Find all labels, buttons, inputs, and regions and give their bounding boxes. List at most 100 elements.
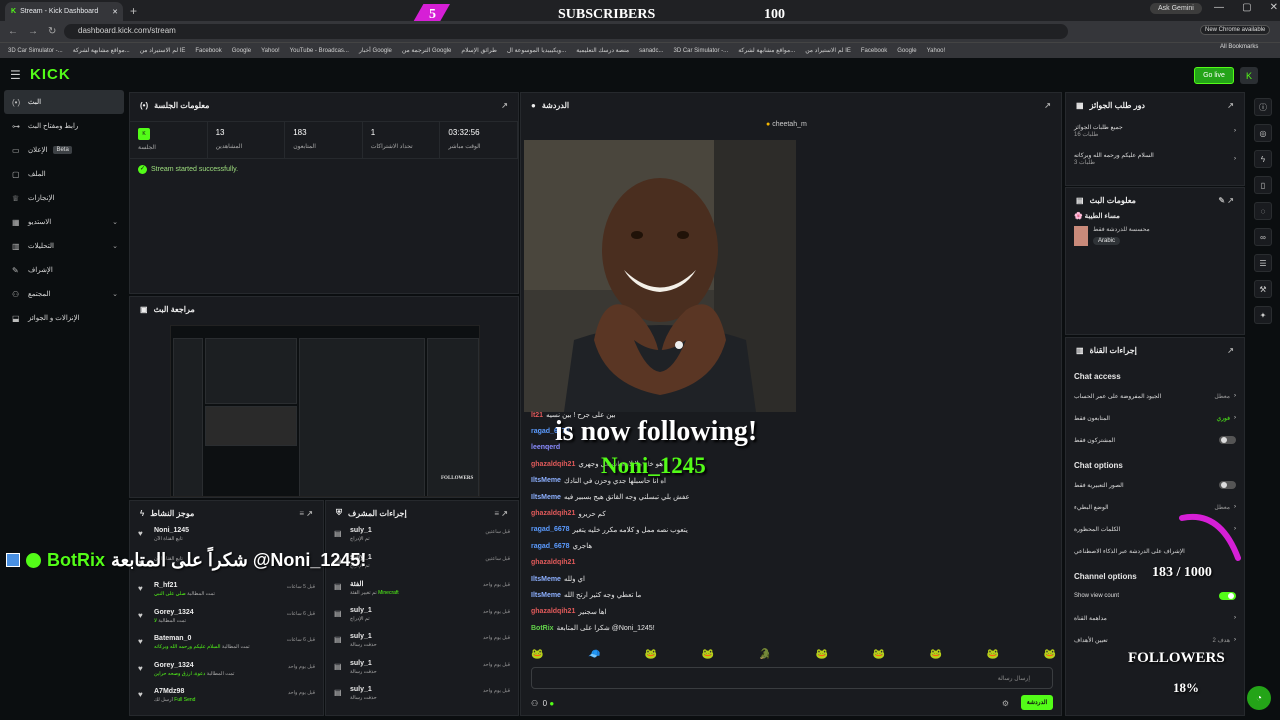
chevron-right-icon[interactable]: ›: [1234, 393, 1236, 399]
wrench-icon[interactable]: ⚒: [1254, 280, 1272, 298]
close-window-icon[interactable]: ✕: [1270, 2, 1278, 13]
minimize-icon[interactable]: —: [1214, 2, 1224, 13]
chevron-right-icon[interactable]: ›: [1234, 415, 1236, 421]
close-tab-icon[interactable]: ✕: [112, 8, 118, 16]
chat-username[interactable]: IltsMeme: [531, 576, 561, 583]
sidebar-item[interactable]: ▦ الاستديو ⌄: [0, 210, 128, 234]
sidebar-item[interactable]: ⬓ الإنزالات و الجوائز: [0, 306, 128, 330]
ask-gemini-button[interactable]: Ask Gemini: [1150, 3, 1202, 14]
sidebar-item[interactable]: (•) البث: [4, 90, 124, 114]
bookmark-item[interactable]: Google: [232, 48, 251, 54]
go-live-button[interactable]: Go live: [1194, 67, 1234, 84]
channel-option-row[interactable]: المتابعون فقط فوري ›: [1066, 407, 1244, 429]
bookmark-item[interactable]: منصة درسك التعليمية: [576, 47, 629, 54]
bookmark-item[interactable]: Facebook: [195, 48, 221, 54]
chat-username[interactable]: ghazaldqih21: [531, 559, 575, 566]
new-chrome-available-button[interactable]: New Chrome available: [1200, 25, 1271, 35]
pinned-user[interactable]: ● cheetah_m: [766, 121, 807, 128]
sidebar-item[interactable]: ▭ الإعلان Beta: [0, 138, 128, 162]
emote-icon[interactable]: 🧢: [588, 649, 600, 660]
stream-preview[interactable]: FOLLOWERS: [170, 325, 480, 497]
emote-icon[interactable]: 🐸: [816, 649, 828, 660]
bolt-icon[interactable]: ϟ: [1254, 150, 1272, 168]
bookmark-item[interactable]: لم الاستيراد من IE: [140, 47, 186, 54]
back-icon[interactable]: ←: [8, 26, 18, 37]
toggle-switch[interactable]: [1219, 481, 1236, 489]
chat-username[interactable]: ragad_6678: [531, 526, 570, 533]
chat-username[interactable]: IltsMeme: [531, 592, 561, 599]
popout-icon[interactable]: ↗: [1227, 346, 1234, 355]
chat-username[interactable]: IltsMeme: [531, 477, 561, 484]
chevron-right-icon[interactable]: ›: [1234, 156, 1236, 162]
chat-icon[interactable]: ◌: [1254, 202, 1272, 220]
toggle-switch[interactable]: [1219, 436, 1236, 444]
emote-icon[interactable]: 🐸: [930, 649, 942, 660]
bookmark-item[interactable]: 3D Car Simulator -...: [674, 48, 729, 54]
info-circle-icon[interactable]: ⓘ: [1254, 98, 1272, 116]
bookmark-item[interactable]: Yahoo!: [261, 48, 280, 54]
sidebar-item[interactable]: ⚇ المجتمع ⌄: [0, 282, 128, 306]
edit-icon[interactable]: ✎ ↗: [1218, 196, 1234, 205]
profile-menu-icon[interactable]: K: [1240, 67, 1258, 84]
bookmark-item[interactable]: طرائق الإسلام: [461, 47, 497, 54]
reload-icon[interactable]: ↻: [48, 26, 56, 37]
emote-icon[interactable]: 🐸: [873, 649, 885, 660]
bookmark-item[interactable]: لم الاستيراد من IE: [805, 47, 851, 54]
bookmark-item[interactable]: مواقع مشابهة لشركة...: [73, 47, 130, 54]
hamburger-menu-icon[interactable]: ☰: [10, 68, 21, 82]
sidebar-item[interactable]: ▥ التحليلات ⌄: [0, 234, 128, 258]
popout-icon[interactable]: ↗: [501, 101, 508, 110]
emote-icon[interactable]: 🐸: [702, 649, 714, 660]
popout-icon[interactable]: ↗: [1044, 101, 1051, 110]
bookmark-item[interactable]: 3D Car Simulator -...: [8, 48, 63, 54]
kick-logo[interactable]: KICK: [30, 66, 71, 83]
bookmark-item[interactable]: Yahoo!: [927, 48, 946, 54]
bookmark-item[interactable]: sanadc...: [639, 48, 663, 54]
emote-icon[interactable]: 🐊: [759, 649, 771, 660]
url-input[interactable]: dashboard.kick.com/stream: [64, 24, 1068, 39]
chat-username[interactable]: IltsMeme: [531, 494, 561, 501]
sidebar-item[interactable]: ▢ الملف: [0, 162, 128, 186]
sidebar-item[interactable]: ✎ الإشراف: [0, 258, 128, 282]
emote-icon[interactable]: 🐸: [987, 649, 999, 660]
camera-icon[interactable]: ◎: [1254, 124, 1272, 142]
maximize-icon[interactable]: ▢: [1242, 2, 1251, 13]
emote-icon[interactable]: 🐸: [531, 649, 543, 660]
sidebar-item[interactable]: ⊶ رابط ومفتاح البث: [0, 114, 128, 138]
chevron-down-icon[interactable]: ⌄: [112, 242, 118, 250]
list-icon[interactable]: ☰: [1254, 254, 1272, 272]
bookmark-item[interactable]: مواقع مشابهة لشركة...: [738, 47, 795, 54]
chat-username[interactable]: lt21: [531, 412, 543, 419]
chevron-down-icon[interactable]: ⌄: [112, 218, 118, 226]
bookmark-item[interactable]: Google: [897, 48, 916, 54]
filter-icon[interactable]: ≡ ↗: [299, 509, 313, 518]
help-chat-icon[interactable]: ◔: [1247, 686, 1271, 710]
bookmark-item[interactable]: YouTube - Broadcas...: [290, 48, 349, 54]
chat-input[interactable]: إرسال رسالة: [531, 667, 1053, 689]
new-tab-icon[interactable]: +: [130, 4, 137, 18]
sidebar-item[interactable]: ♕ الإنجازات: [0, 186, 128, 210]
browser-tab[interactable]: K Stream - Kick Dashboard ✕: [5, 2, 123, 21]
send-chat-button[interactable]: الدردشة: [1021, 695, 1053, 710]
chevron-right-icon[interactable]: ›: [1234, 128, 1236, 134]
all-bookmarks-button[interactable]: All Bookmarks: [1220, 44, 1258, 50]
gift-icon[interactable]: ✦: [1254, 306, 1272, 324]
chat-username[interactable]: ragad_6678: [531, 543, 570, 550]
row-name[interactable]: Noni_1245: [154, 527, 315, 534]
channel-option-row[interactable]: الجيود المفروضة على عمر الحساب معطل ›: [1066, 385, 1244, 407]
chevron-down-icon[interactable]: ⌄: [112, 290, 118, 298]
bookmark-item[interactable]: Facebook: [861, 48, 887, 54]
chat-username[interactable]: ghazaldqih21: [531, 608, 575, 615]
emote-icon[interactable]: 🐸: [645, 649, 657, 660]
reward-row[interactable]: جميع طلبات الجوائز طلبات 16 ›: [1066, 117, 1244, 145]
forward-icon[interactable]: →: [28, 26, 38, 37]
filter-icon[interactable]: ≡ ↗: [494, 509, 508, 518]
chat-username[interactable]: ghazaldqih21: [531, 510, 575, 517]
chat-username[interactable]: BotRix: [531, 625, 554, 632]
bookmark-item[interactable]: الترجمة من Google: [402, 47, 451, 54]
reward-row[interactable]: السلام عليكم ورحمه الله وبركاته طلبات 3 ›: [1066, 145, 1244, 173]
chat-username[interactable]: ghazaldqih21: [531, 461, 575, 468]
link-icon[interactable]: ∞: [1254, 228, 1272, 246]
settings-gear-icon[interactable]: ⚙: [1002, 699, 1009, 708]
channel-option-row[interactable]: الصور التعبيرية فقط: [1066, 474, 1244, 496]
